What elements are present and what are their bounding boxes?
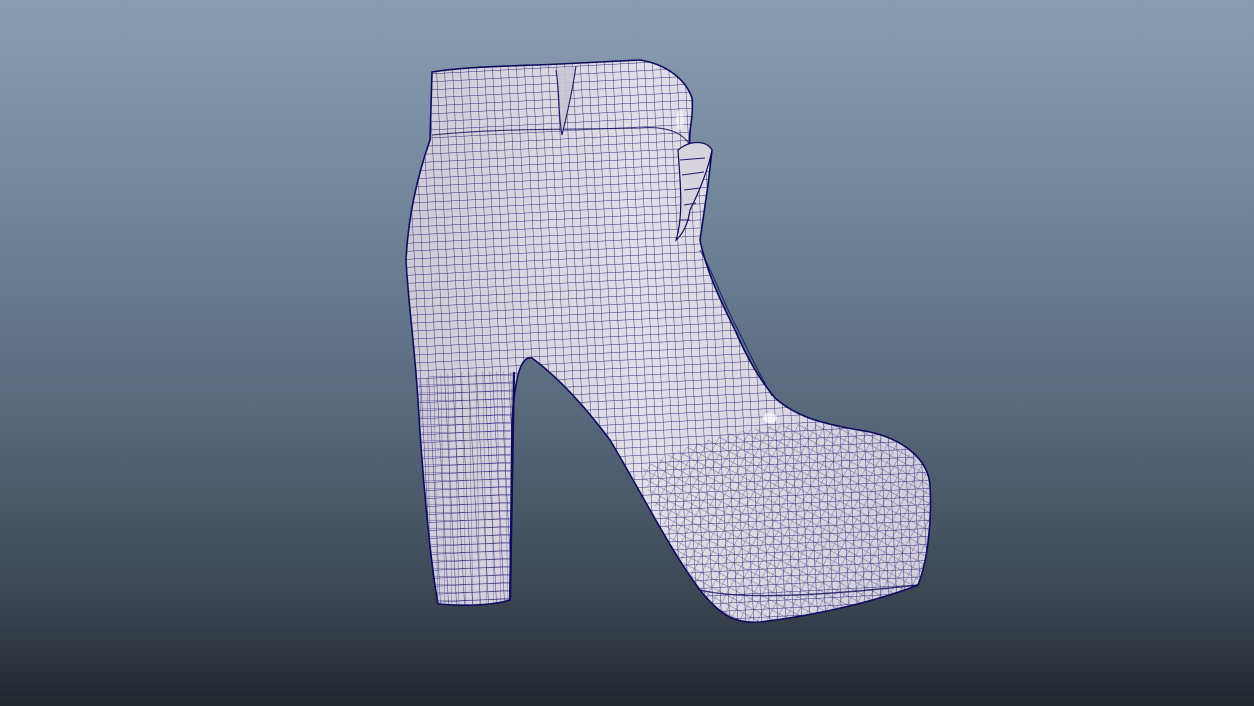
toe-platform-mesh[interactable] [640, 424, 931, 623]
viewport-scene[interactable] [0, 0, 1254, 706]
maya-viewport[interactable] [0, 0, 1254, 706]
